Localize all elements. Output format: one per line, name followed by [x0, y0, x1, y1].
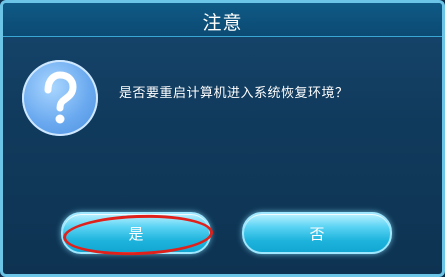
- dialog-message: 是否要重启计算机进入系统恢复环境？: [119, 86, 349, 101]
- no-button-label: 否: [309, 224, 325, 243]
- yes-button[interactable]: 是: [61, 212, 211, 254]
- dialog-titlebar: 注意: [3, 3, 442, 37]
- dialog-title: 注意: [202, 12, 243, 34]
- question-icon: [22, 60, 98, 136]
- confirm-dialog: 注意 是否要重启计算机进入系统恢复环境？ 是 否: [0, 0, 445, 277]
- no-button[interactable]: 否: [242, 212, 392, 254]
- yes-button-label: 是: [128, 224, 144, 243]
